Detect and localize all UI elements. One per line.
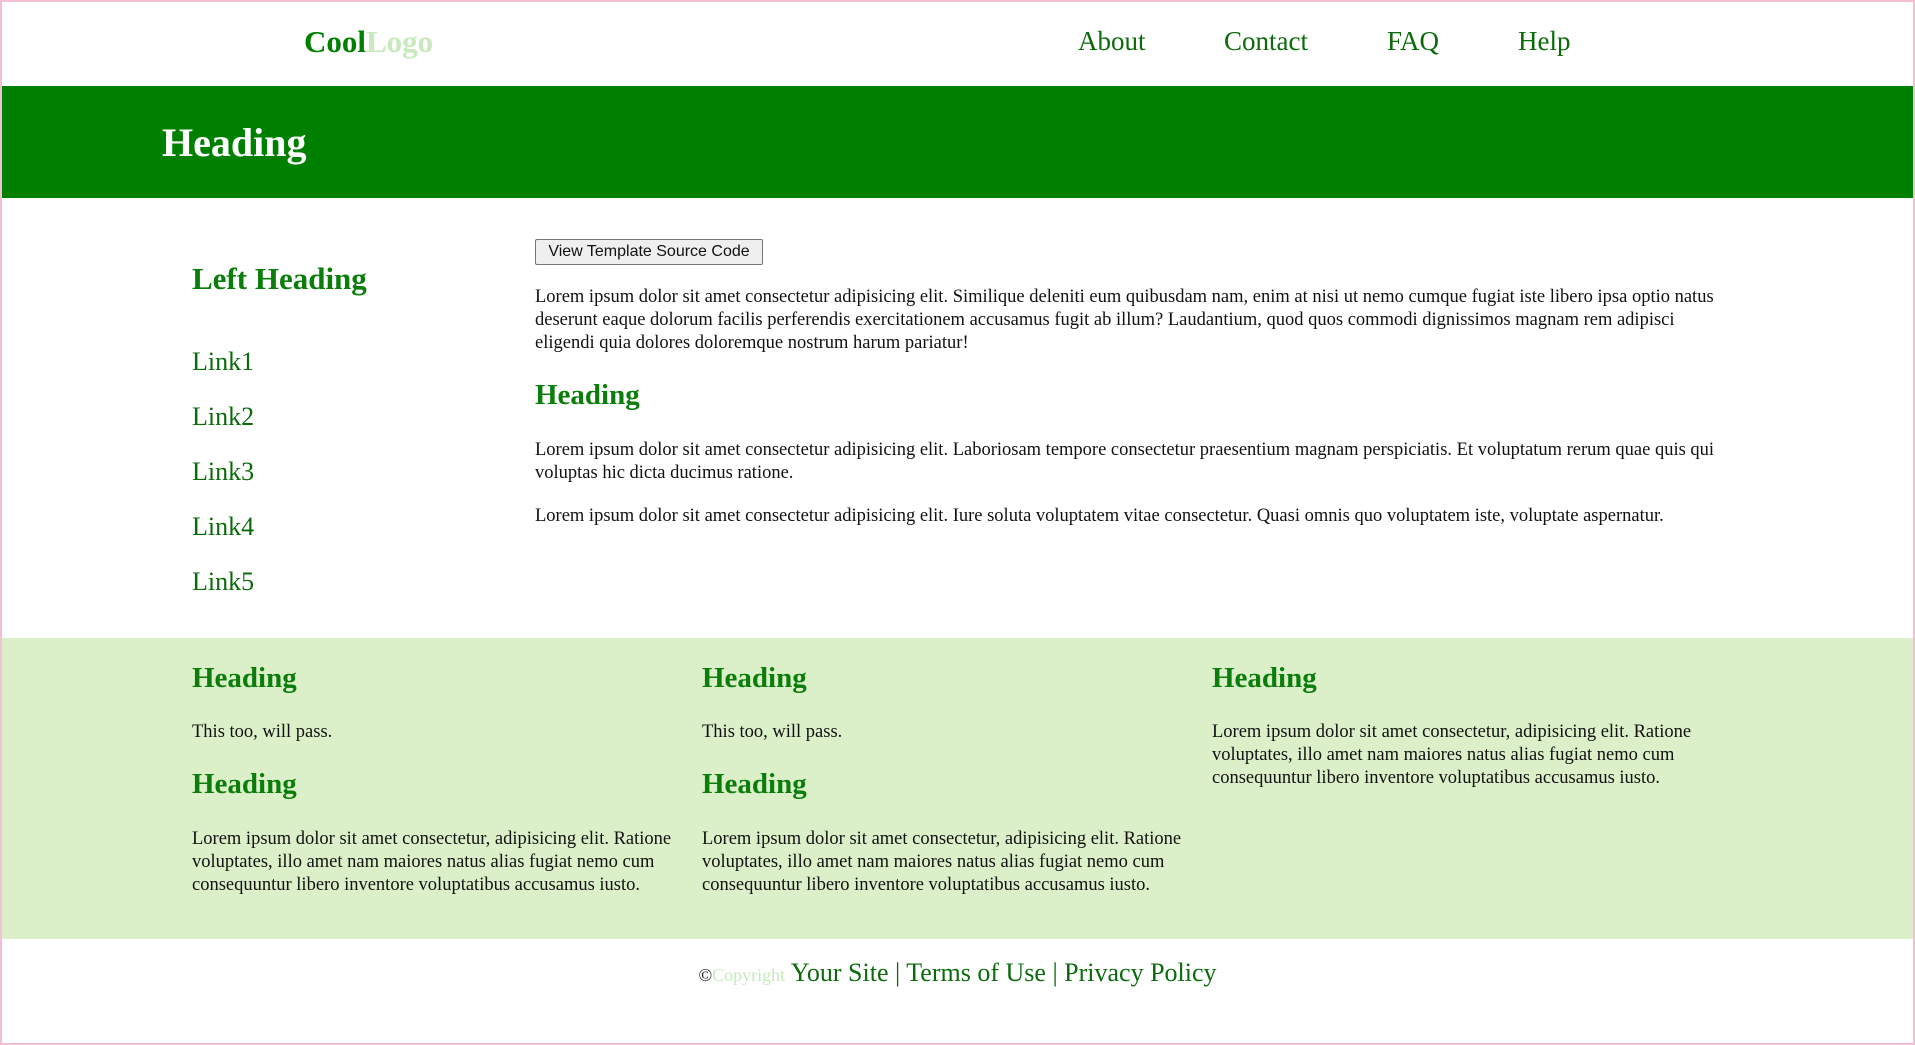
- sidebar-link-4[interactable]: Link4: [192, 512, 254, 542]
- sidebar-link-5[interactable]: Link5: [192, 567, 254, 597]
- site-logo[interactable]: CoolLogo: [304, 24, 433, 60]
- nav-link-contact[interactable]: Contact: [1224, 26, 1308, 57]
- footer-col2-heading-1: Heading: [702, 662, 807, 694]
- logo-part-logo: Logo: [366, 24, 434, 59]
- footer-col1-heading-1: Heading: [192, 662, 297, 694]
- nav-link-faq[interactable]: FAQ: [1387, 26, 1439, 57]
- logo-part-cool: Cool: [304, 24, 366, 59]
- nav-link-about[interactable]: About: [1078, 26, 1146, 57]
- footer-separator-1: |: [894, 958, 901, 987]
- hero-banner: Heading: [2, 86, 1913, 198]
- main-paragraph-1: Lorem ipsum dolor sit amet consectetur a…: [535, 287, 1714, 353]
- view-source-button[interactable]: View Template Source Code: [535, 239, 763, 265]
- nav-link-help[interactable]: Help: [1518, 26, 1570, 57]
- footer-col2-heading-2: Heading: [702, 768, 807, 800]
- footer-col1-text-1: This too, will pass.: [192, 722, 333, 742]
- footer-link-your-site[interactable]: Your Site: [791, 958, 889, 987]
- footer-link-terms[interactable]: Terms of Use: [906, 958, 1046, 987]
- main-paragraph-3: Lorem ipsum dolor sit amet consectetur a…: [535, 506, 1664, 526]
- footer-col2-text-1: This too, will pass.: [702, 722, 843, 742]
- sidebar-link-3[interactable]: Link3: [192, 457, 254, 487]
- footer-link-privacy[interactable]: Privacy Policy: [1064, 958, 1216, 987]
- top-navbar: CoolLogo About Contact FAQ Help: [2, 2, 1913, 85]
- copyright-label: Copyright: [712, 965, 786, 985]
- main-paragraph-2: Lorem ipsum dolor sit amet consectetur a…: [535, 440, 1715, 483]
- footer-col2-text-2: Lorem ipsum dolor sit amet consectetur, …: [702, 829, 1182, 895]
- footer-col1-text-2: Lorem ipsum dolor sit amet consectetur, …: [192, 829, 672, 895]
- main-heading: Heading: [535, 379, 640, 411]
- sidebar-link-1[interactable]: Link1: [192, 347, 254, 377]
- copyright-symbol: ©: [698, 965, 713, 985]
- footer-col3-heading-1: Heading: [1212, 662, 1317, 694]
- sidebar-heading: Left Heading: [192, 261, 367, 296]
- footer-col1-heading-2: Heading: [192, 768, 297, 800]
- banner-heading: Heading: [162, 120, 307, 165]
- footer-col3-text-1: Lorem ipsum dolor sit amet consectetur, …: [1212, 722, 1692, 788]
- footer-separator-2: |: [1052, 958, 1058, 987]
- copyright-bar: ©Copyright Your Site | Terms of Use | Pr…: [2, 958, 1913, 988]
- sidebar-link-2[interactable]: Link2: [192, 402, 254, 432]
